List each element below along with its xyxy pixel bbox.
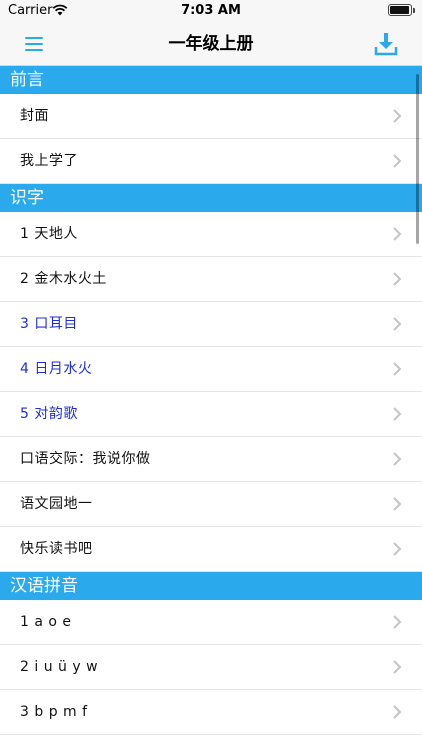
battery-level	[390, 6, 409, 14]
status-bar: Carrier 7:03 AM	[0, 0, 422, 22]
list-item[interactable]: 5 对韵歌	[0, 392, 422, 437]
list-item-label: 语文园地一	[20, 496, 93, 512]
list-item-label: 3 口耳目	[20, 316, 78, 332]
scroll-indicator[interactable]	[416, 74, 419, 244]
list-item-label: 口语交际：我说你做	[20, 451, 151, 467]
chevron-right-icon	[393, 154, 402, 168]
list-item[interactable]: 语文园地一	[0, 482, 422, 527]
list-item[interactable]: 3 口耳目	[0, 302, 422, 347]
chevron-right-icon	[393, 452, 402, 466]
section-header: 识字	[0, 184, 422, 212]
list-item-label: 1 天地人	[20, 226, 78, 242]
download-icon[interactable]	[374, 32, 398, 56]
list-item-label: 5 对韵歌	[20, 406, 78, 422]
chevron-right-icon	[393, 362, 402, 376]
list-item[interactable]: 2 i u ü y w	[0, 645, 422, 690]
chapter-list[interactable]: 前言封面我上学了识字 1 天地人 2 金木水火土 3 口耳目 4 日月水火 5 对韵歌口语…	[0, 66, 422, 750]
list-item[interactable]: 快乐读书吧	[0, 527, 422, 572]
list-item-label: 3 b p m f	[20, 704, 88, 720]
page-title: 一年级上册	[168, 34, 254, 54]
list-item[interactable]: 2 金木水火土	[0, 257, 422, 302]
list-item-label: 1 a o e	[20, 614, 72, 630]
chevron-right-icon	[393, 705, 402, 719]
list-item[interactable]: 3 b p m f	[0, 690, 422, 735]
list-item[interactable]: 4 日月水火	[0, 347, 422, 392]
chevron-right-icon	[393, 272, 402, 286]
list-item-label: 封面	[20, 108, 49, 124]
list-item-label: 快乐读书吧	[20, 541, 93, 557]
chevron-right-icon	[393, 660, 402, 674]
status-time: 7:03 AM	[181, 3, 241, 18]
chevron-right-icon	[393, 317, 402, 331]
battery-icon	[388, 4, 415, 16]
chevron-right-icon	[393, 615, 402, 629]
navigation-bar: 一年级上册	[0, 22, 422, 66]
section-header: 前言	[0, 66, 422, 94]
list-item-label: 4 日月水火	[20, 361, 93, 377]
section-header: 汉语拼音	[0, 572, 422, 600]
list-item[interactable]: 封面	[0, 94, 422, 139]
chevron-right-icon	[393, 227, 402, 241]
list-item[interactable]: 口语交际：我说你做	[0, 437, 422, 482]
list-item[interactable]: 1 天地人	[0, 212, 422, 257]
list-item-label: 我上学了	[20, 153, 78, 169]
list-item[interactable]: 1 a o e	[0, 600, 422, 645]
list-item[interactable]: 我上学了	[0, 139, 422, 184]
chevron-right-icon	[393, 109, 402, 123]
list-item-label: 2 i u ü y w	[20, 659, 99, 675]
list-item-label: 2 金木水火土	[20, 271, 107, 287]
chevron-right-icon	[393, 407, 402, 421]
chevron-right-icon	[393, 542, 402, 556]
chevron-right-icon	[393, 497, 402, 511]
